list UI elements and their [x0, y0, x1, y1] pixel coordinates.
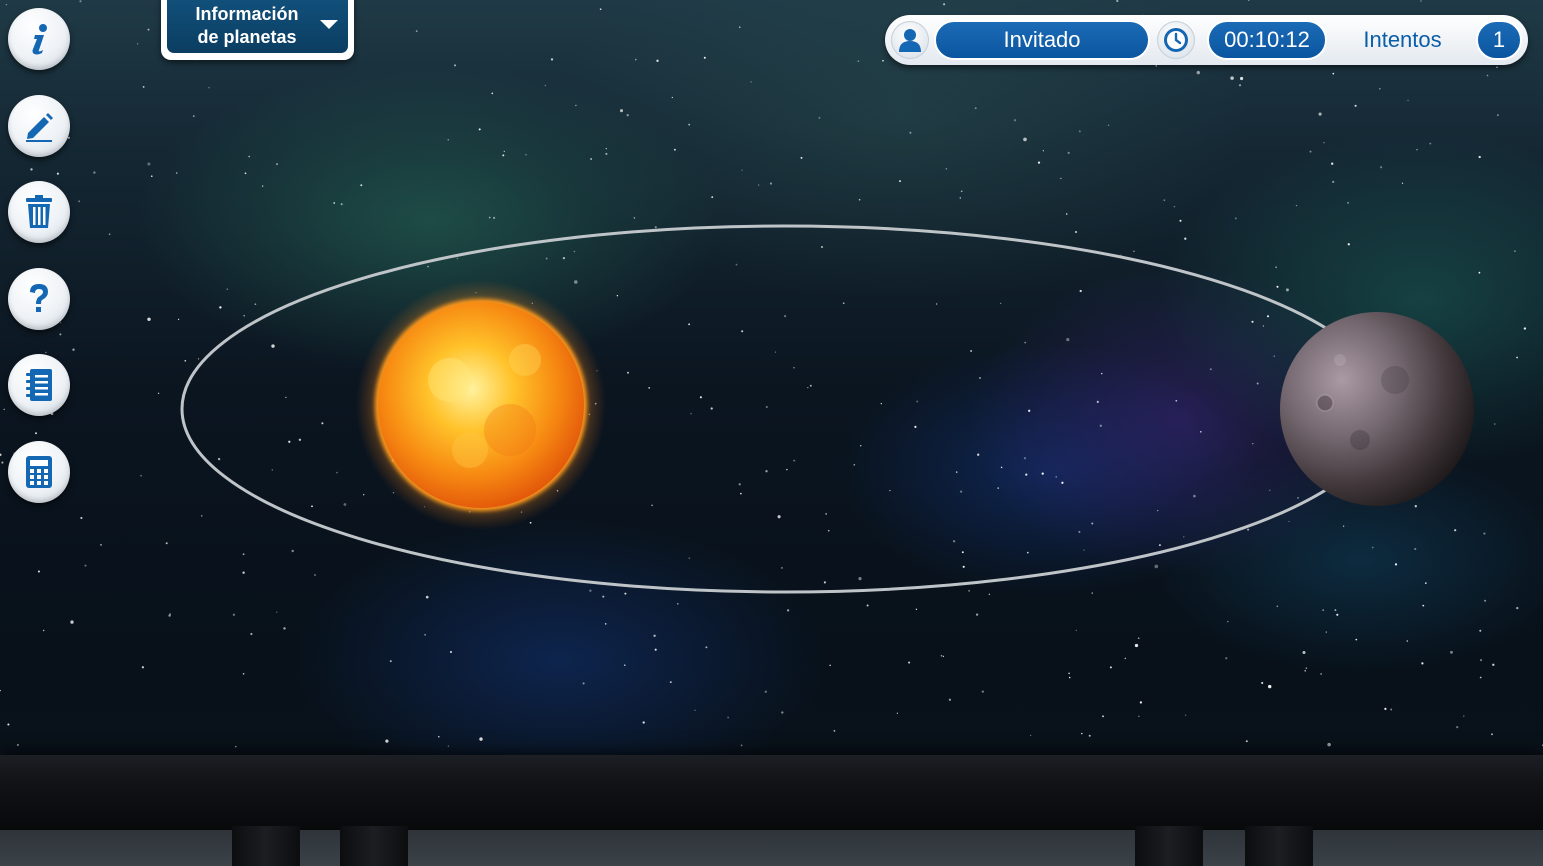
notes-button[interactable]	[8, 354, 70, 416]
desk-leg	[1135, 826, 1203, 866]
clock-icon	[1157, 21, 1195, 59]
desk-leg	[340, 826, 408, 866]
attempts-label: Intentos	[1363, 27, 1442, 52]
delete-button[interactable]	[8, 181, 70, 243]
desk-leg	[232, 826, 300, 866]
edit-button[interactable]	[8, 95, 70, 157]
sun[interactable]	[356, 280, 606, 530]
attempts-count: 1	[1476, 20, 1522, 60]
calculator-button[interactable]	[8, 441, 70, 503]
calculator-icon	[26, 456, 52, 488]
pencil-icon	[26, 113, 53, 142]
planet-info-label-line1: Información	[195, 4, 299, 24]
desk-top	[0, 755, 1543, 830]
desk-leg	[1245, 826, 1313, 866]
planet[interactable]	[1280, 312, 1474, 506]
user-name-display: Invitado	[934, 20, 1150, 60]
info-button[interactable]	[8, 8, 70, 70]
info-icon	[32, 24, 47, 55]
question-icon	[30, 284, 48, 312]
help-button[interactable]	[8, 268, 70, 330]
timer-display: 00:10:12	[1207, 20, 1327, 60]
notebook-icon	[26, 369, 52, 401]
planet-info-dropdown[interactable]: Información de planetas	[161, 0, 354, 60]
planet-info-dropdown-body[interactable]: Información de planetas	[167, 0, 348, 53]
simulation-stage: Información de planetas Invitado 00:10:1…	[0, 0, 1543, 866]
orbit-scene	[180, 224, 1474, 594]
chevron-down-icon	[320, 20, 338, 29]
planet-info-label-line2: de planetas	[197, 27, 297, 47]
user-icon	[891, 21, 929, 59]
status-bar: Invitado 00:10:12 Intentos 1	[885, 15, 1528, 65]
trash-icon	[26, 195, 52, 228]
